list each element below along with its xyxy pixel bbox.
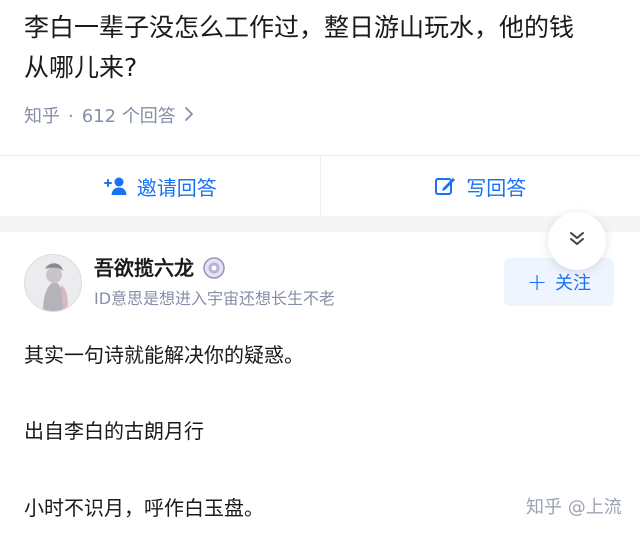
watermark: 知乎 @上流: [526, 497, 622, 518]
avatar[interactable]: [24, 254, 82, 312]
invite-answer-label: 邀请回答: [136, 175, 217, 200]
write-answer-label: 写回答: [466, 175, 527, 200]
chevron-right-icon[interactable]: [184, 104, 194, 130]
action-bar: 邀请回答 写回答: [0, 155, 640, 216]
invite-answer-button[interactable]: 邀请回答: [0, 156, 320, 216]
author-bio: ID意思是想进入宇宙还想长生不老: [94, 289, 336, 308]
double-chevron-down-icon: [568, 230, 586, 252]
question-title[interactable]: 李白一辈子没怎么工作过，整日游山玩水，他的钱从哪儿来?: [24, 8, 584, 88]
medal-badge-icon: [202, 256, 226, 280]
question-meta[interactable]: 知乎 · 612 个回答: [24, 104, 194, 130]
follow-button[interactable]: + 关注: [504, 258, 614, 306]
answer-paragraph: 其实一句诗就能解决你的疑惑。: [24, 343, 304, 367]
answer-card: 吾欲揽六龙 ID意思是想进入宇宙还想长生不老 + 关注 其实一句诗就能解决你的疑…: [0, 232, 640, 538]
author-name[interactable]: 吾欲揽六龙: [94, 254, 226, 282]
meta-separator: ·: [68, 106, 74, 127]
question-header: 李白一辈子没怎么工作过，整日游山玩水，他的钱从哪儿来? 知乎 · 612 个回答: [0, 0, 640, 155]
follow-label: 关注: [555, 273, 592, 294]
plus-icon: +: [526, 268, 548, 296]
site-name: 知乎: [24, 106, 60, 127]
author-name-text: 吾欲揽六龙: [94, 256, 194, 280]
answer-count[interactable]: 612 个回答: [82, 104, 176, 130]
invite-user-icon: [103, 175, 129, 197]
section-divider: [0, 216, 640, 232]
write-answer-button[interactable]: 写回答: [319, 156, 640, 216]
answer-paragraph: 小时不识月，呼作白玉盘。: [24, 496, 264, 520]
collapse-button[interactable]: [548, 212, 606, 270]
edit-icon: [434, 175, 458, 197]
answer-paragraph: 出自李白的古朗月行: [24, 419, 204, 443]
